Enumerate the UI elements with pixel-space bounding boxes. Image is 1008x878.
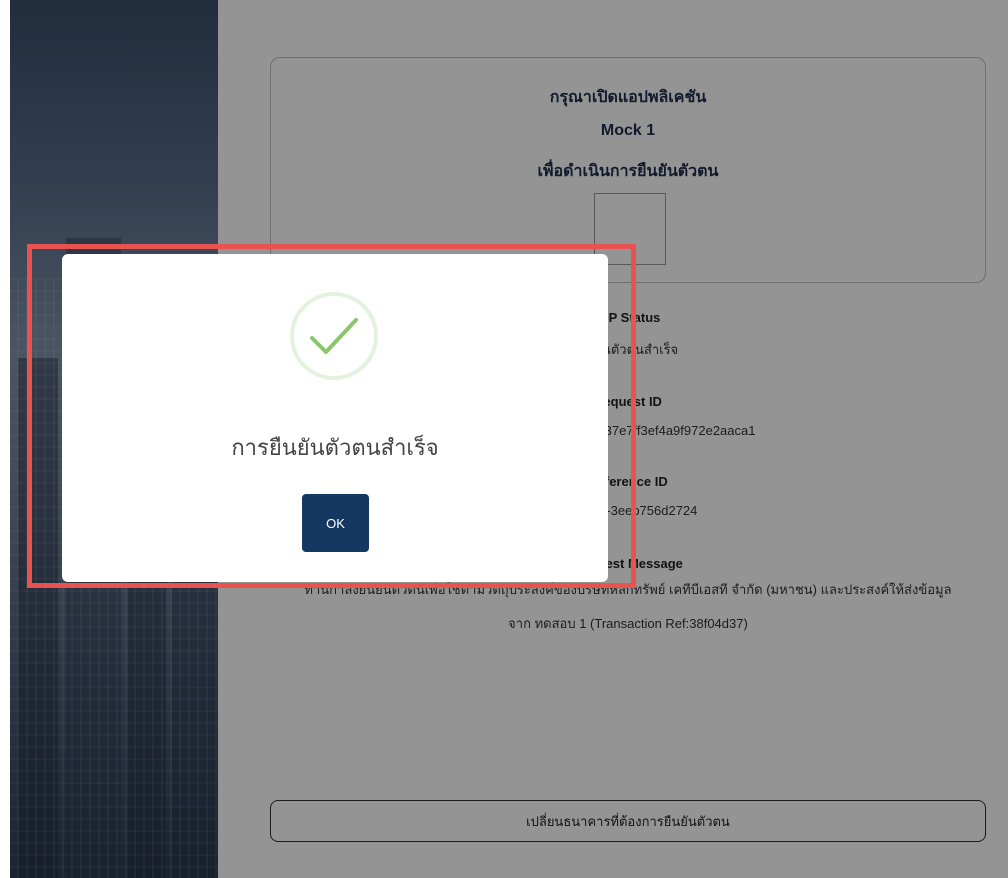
success-modal: การยืนยันตัวตนสำเร็จ OK <box>62 254 608 582</box>
modal-title: การยืนยันตัวตนสำเร็จ <box>231 436 439 461</box>
ok-button[interactable]: OK <box>302 494 369 552</box>
success-check-icon <box>290 292 378 380</box>
